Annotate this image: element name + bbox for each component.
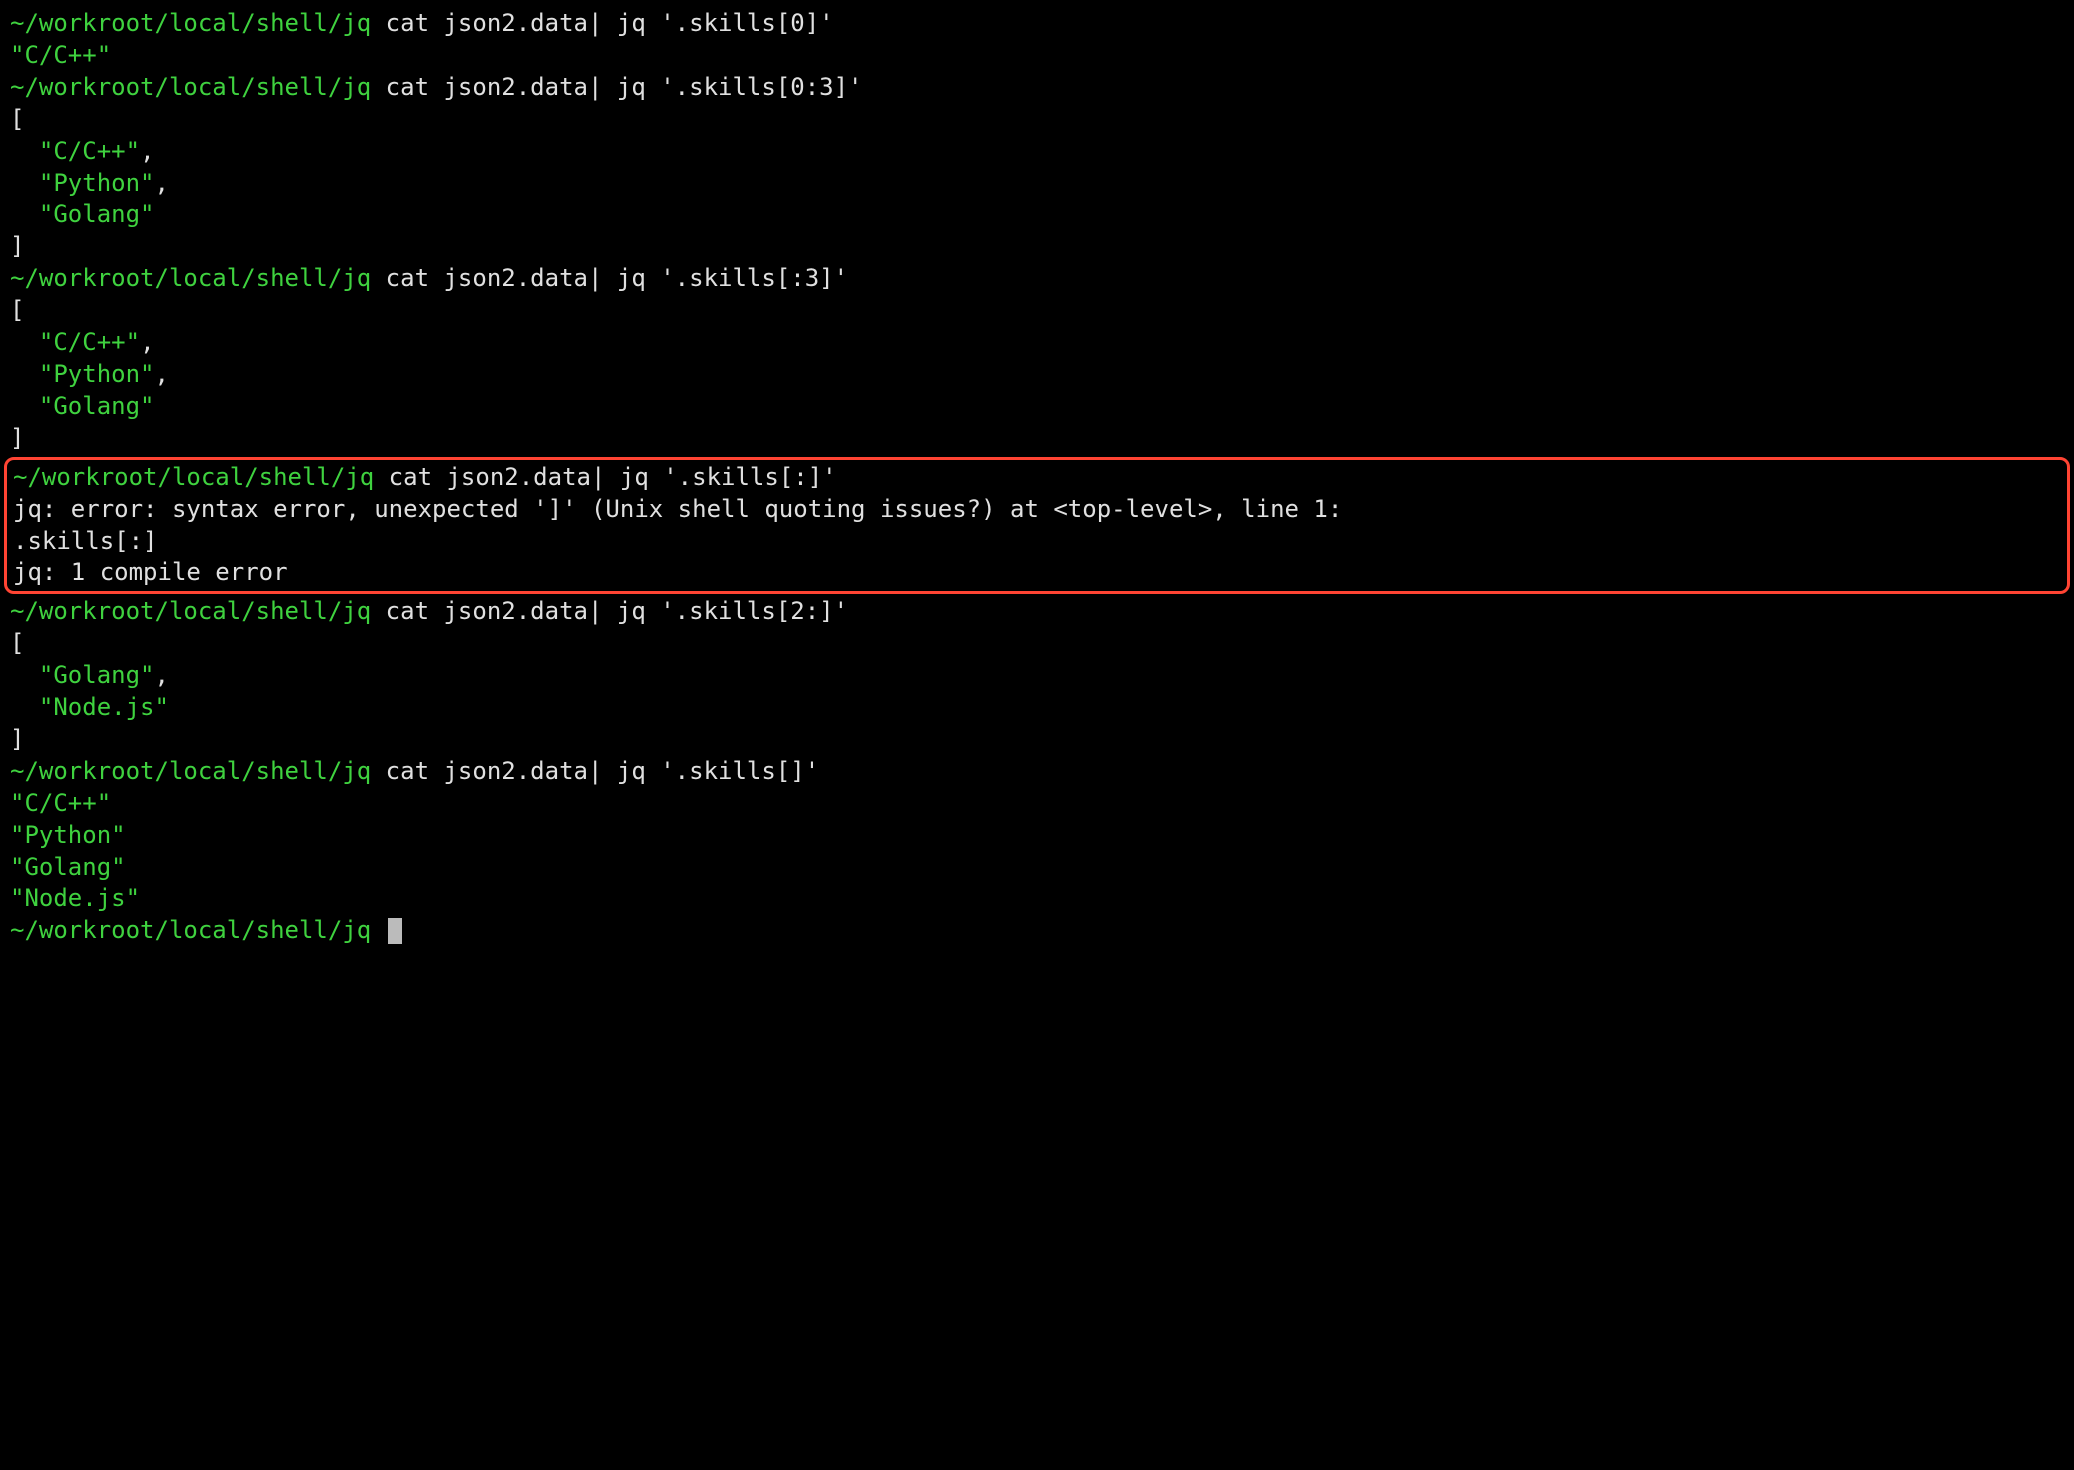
terminal-line: ~/workroot/local/shell/jq [10, 915, 2064, 947]
shell-command: cat json2.data| jq '.skills[2:]' [371, 597, 848, 625]
output-string: "C/C++" [10, 41, 111, 69]
output-punct: , [155, 661, 169, 689]
shell-prompt: ~/workroot/local/shell/jq [13, 463, 374, 491]
terminal-line: "C/C++", [10, 136, 2064, 168]
terminal-line: "Golang", [10, 660, 2064, 692]
output-text: .skills[:] [13, 527, 158, 555]
output-text: jq: 1 compile error [13, 558, 288, 586]
terminal-line: "Python", [10, 168, 2064, 200]
terminal-line: jq: error: syntax error, unexpected ']' … [13, 494, 2061, 526]
output-indent [10, 693, 39, 721]
terminal-window[interactable]: ~/workroot/local/shell/jq cat json2.data… [10, 8, 2064, 947]
shell-command: cat json2.data| jq '.skills[:]' [374, 463, 836, 491]
output-string: "Node.js" [39, 693, 169, 721]
output-string: "Python" [39, 360, 155, 388]
shell-prompt: ~/workroot/local/shell/jq [10, 916, 371, 944]
shell-command: cat json2.data| jq '.skills[0]' [371, 9, 833, 37]
terminal-line: "Node.js" [10, 883, 2064, 915]
output-text: ] [10, 232, 24, 260]
output-indent [10, 360, 39, 388]
terminal-line: [ [10, 104, 2064, 136]
output-string: "Golang" [10, 853, 126, 881]
output-indent [10, 169, 39, 197]
output-indent [10, 200, 39, 228]
output-punct: , [140, 328, 154, 356]
terminal-line: ] [10, 231, 2064, 263]
terminal-line: "Golang" [10, 391, 2064, 423]
shell-command [371, 916, 385, 944]
output-indent [10, 137, 39, 165]
terminal-line: .skills[:] [13, 526, 2061, 558]
error-highlight-box: ~/workroot/local/shell/jq cat json2.data… [4, 457, 2070, 595]
output-text: ] [10, 725, 24, 753]
terminal-line: "Node.js" [10, 692, 2064, 724]
shell-prompt: ~/workroot/local/shell/jq [10, 264, 371, 292]
output-indent [10, 661, 39, 689]
shell-command: cat json2.data| jq '.skills[:3]' [371, 264, 848, 292]
output-punct: , [140, 137, 154, 165]
terminal-line: "C/C++" [10, 788, 2064, 820]
output-punct: , [155, 169, 169, 197]
terminal-line: "Golang" [10, 199, 2064, 231]
output-string: "Python" [10, 821, 126, 849]
output-text: [ [10, 296, 24, 324]
shell-prompt: ~/workroot/local/shell/jq [10, 73, 371, 101]
terminal-line: ~/workroot/local/shell/jq cat json2.data… [10, 263, 2064, 295]
shell-prompt: ~/workroot/local/shell/jq [10, 757, 371, 785]
terminal-line: ] [10, 423, 2064, 455]
terminal-line: "Golang" [10, 852, 2064, 884]
shell-prompt: ~/workroot/local/shell/jq [10, 9, 371, 37]
output-string: "Node.js" [10, 884, 140, 912]
output-string: "C/C++" [10, 789, 111, 817]
output-string: "C/C++" [39, 137, 140, 165]
output-text: jq: error: syntax error, unexpected ']' … [13, 495, 1342, 523]
output-string: "Python" [39, 169, 155, 197]
output-indent [10, 328, 39, 356]
terminal-line: ~/workroot/local/shell/jq cat json2.data… [10, 756, 2064, 788]
terminal-line: "C/C++", [10, 327, 2064, 359]
output-string: "Golang" [39, 200, 155, 228]
output-text: [ [10, 105, 24, 133]
shell-command: cat json2.data| jq '.skills[0:3]' [371, 73, 862, 101]
shell-command: cat json2.data| jq '.skills[]' [371, 757, 819, 785]
terminal-line: ~/workroot/local/shell/jq cat json2.data… [13, 462, 2061, 494]
output-punct: , [155, 360, 169, 388]
output-string: "Golang" [39, 661, 155, 689]
terminal-line: [ [10, 628, 2064, 660]
shell-prompt: ~/workroot/local/shell/jq [10, 597, 371, 625]
terminal-line: jq: 1 compile error [13, 557, 2061, 589]
terminal-line: [ [10, 295, 2064, 327]
terminal-line: "Python" [10, 820, 2064, 852]
terminal-line: "Python", [10, 359, 2064, 391]
cursor [388, 918, 402, 944]
terminal-line: ] [10, 724, 2064, 756]
terminal-line: "C/C++" [10, 40, 2064, 72]
output-string: "C/C++" [39, 328, 140, 356]
terminal-line: ~/workroot/local/shell/jq cat json2.data… [10, 8, 2064, 40]
output-text: [ [10, 629, 24, 657]
terminal-line: ~/workroot/local/shell/jq cat json2.data… [10, 72, 2064, 104]
output-indent [10, 392, 39, 420]
output-text: ] [10, 424, 24, 452]
terminal-line: ~/workroot/local/shell/jq cat json2.data… [10, 596, 2064, 628]
output-string: "Golang" [39, 392, 155, 420]
